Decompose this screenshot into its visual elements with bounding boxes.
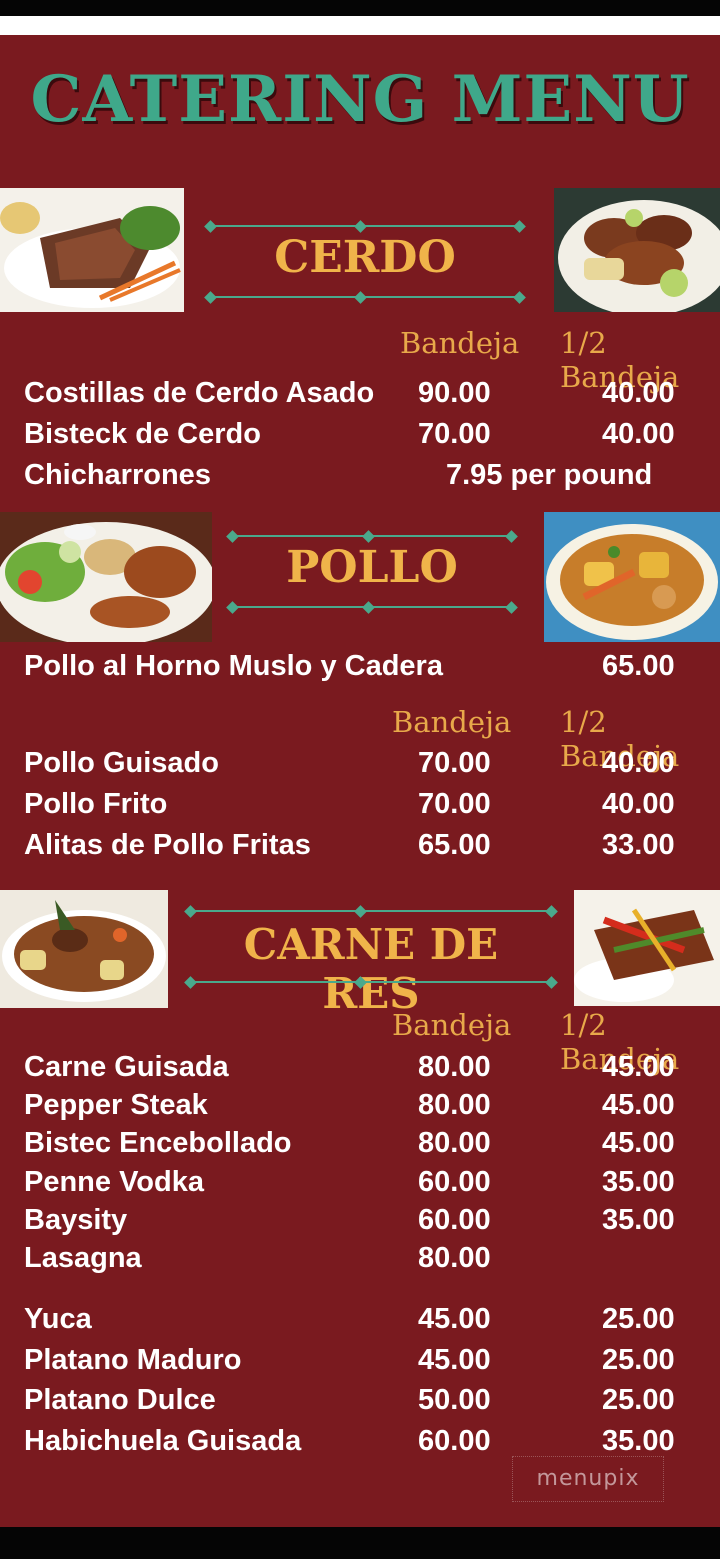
item-name: Habichuela Guisada xyxy=(24,1425,302,1457)
item-name: Bistec Encebollado xyxy=(24,1127,292,1159)
price-half: 40.00 xyxy=(602,788,675,820)
price-bandeja: 45.00 xyxy=(418,1344,491,1376)
menupix-watermark: menupix xyxy=(512,1456,664,1502)
bottom-bar xyxy=(0,1527,720,1559)
item-name: Baysity xyxy=(24,1204,128,1236)
pollo-banner: POLLO xyxy=(226,530,518,614)
price-half: 45.00 xyxy=(602,1127,675,1159)
item-name: Platano Maduro xyxy=(24,1344,242,1376)
item-name: Costillas de Cerdo Asado xyxy=(24,377,375,409)
item-name: Pollo al Horno Muslo y Cadera xyxy=(24,650,443,682)
menu-item: Pollo al Horno Muslo y Cadera 65.00 xyxy=(24,650,720,686)
price-half: 33.00 xyxy=(602,829,675,861)
price-bandeja: 90.00 xyxy=(418,377,491,409)
price-bandeja: 60.00 xyxy=(418,1166,491,1198)
chicken-salad-photo xyxy=(0,512,212,642)
price-bandeja: 70.00 xyxy=(418,418,491,450)
cerdo-banner: CERDO xyxy=(204,220,526,304)
menu-item: Carne Guisada 80.00 45.00 xyxy=(24,1051,720,1087)
price-bandeja: 70.00 xyxy=(418,747,491,779)
price-bandeja: 50.00 xyxy=(418,1384,491,1416)
menu-item: Bistec Encebollado 80.00 45.00 xyxy=(24,1127,720,1163)
price-bandeja: 45.00 xyxy=(418,1303,491,1335)
pepper-steak-photo xyxy=(574,890,720,1006)
item-name: Bisteck de Cerdo xyxy=(24,418,261,450)
menu-item: Yuca 45.00 25.00 xyxy=(24,1303,720,1339)
price: 65.00 xyxy=(602,650,675,682)
price-half: 25.00 xyxy=(602,1344,675,1376)
item-name: Yuca xyxy=(24,1303,92,1335)
menu-item: Costillas de Cerdo Asado 90.00 40.00 xyxy=(24,377,720,413)
chicken-stew-photo xyxy=(544,512,720,642)
item-name: Alitas de Pollo Fritas xyxy=(24,829,311,861)
price-bandeja: 80.00 xyxy=(418,1089,491,1121)
menu-item: Pollo Frito 70.00 40.00 xyxy=(24,788,720,824)
item-name: Penne Vodka xyxy=(24,1166,204,1198)
menu-item: Penne Vodka 60.00 35.00 xyxy=(24,1166,720,1202)
price-half: 40.00 xyxy=(602,418,675,450)
item-name: Chicharrones xyxy=(24,459,211,491)
price-per-pound: 7.95 per pound xyxy=(446,459,653,491)
menu-item: Baysity 60.00 35.00 xyxy=(24,1204,720,1240)
item-name: Lasagna xyxy=(24,1242,142,1274)
top-bar xyxy=(0,0,720,16)
menu-item: Platano Maduro 45.00 25.00 xyxy=(24,1344,720,1380)
res-banner: CARNE DE RES xyxy=(184,905,558,1018)
price-bandeja: 80.00 xyxy=(418,1051,491,1083)
price-half: 25.00 xyxy=(602,1384,675,1416)
price-half: 40.00 xyxy=(602,377,675,409)
menu-title: CATERING MENU xyxy=(30,62,690,137)
menu-item: Pepper Steak 80.00 45.00 xyxy=(24,1089,720,1125)
menu-item: Bisteck de Cerdo 70.00 40.00 xyxy=(24,418,720,454)
menu-item: Platano Dulce 50.00 25.00 xyxy=(24,1384,720,1420)
price-half: 35.00 xyxy=(602,1425,675,1457)
cerdo-title: CERDO xyxy=(274,232,456,283)
price-half: 35.00 xyxy=(602,1204,675,1236)
price-half: 40.00 xyxy=(602,747,675,779)
item-name: Pollo Frito xyxy=(24,788,168,820)
cerdo-header-bandeja: Bandeja xyxy=(400,326,520,360)
pollo-header-bandeja: Bandeja xyxy=(392,705,512,739)
price-bandeja: 80.00 xyxy=(418,1127,491,1159)
price-half: 45.00 xyxy=(602,1051,675,1083)
price-bandeja: 65.00 xyxy=(418,829,491,861)
item-name: Carne Guisada xyxy=(24,1051,229,1083)
menu-item: Pollo Guisado 70.00 40.00 xyxy=(24,747,720,783)
image-border xyxy=(0,16,720,35)
res-title: CARNE DE RES xyxy=(243,920,499,1018)
menu-item: Chicharrones 7.95 per pound xyxy=(24,459,720,495)
price-half: 35.00 xyxy=(602,1166,675,1198)
price-half: 25.00 xyxy=(602,1303,675,1335)
price-bandeja: 70.00 xyxy=(418,788,491,820)
price-bandeja: 60.00 xyxy=(418,1425,491,1457)
menu-item: Lasagna 80.00 xyxy=(24,1242,720,1278)
price-bandeja: 80.00 xyxy=(418,1242,491,1274)
roast-pork-photo xyxy=(0,188,184,312)
item-name: Pollo Guisado xyxy=(24,747,219,779)
item-name: Platano Dulce xyxy=(24,1384,216,1416)
res-header-bandeja: Bandeja xyxy=(392,1008,512,1042)
price-bandeja: 60.00 xyxy=(418,1204,491,1236)
price-half: 45.00 xyxy=(602,1089,675,1121)
menu-item: Alitas de Pollo Fritas 65.00 33.00 xyxy=(24,829,720,865)
pollo-title: POLLO xyxy=(286,542,458,593)
fried-pork-photo xyxy=(554,188,720,312)
item-name: Pepper Steak xyxy=(24,1089,208,1121)
beef-stew-photo xyxy=(0,890,168,1008)
